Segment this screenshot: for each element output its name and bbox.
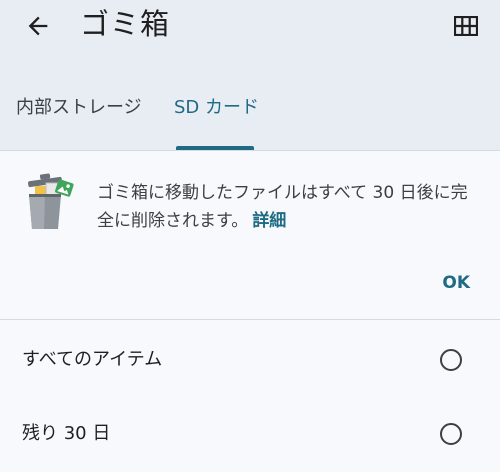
list-item-30-days-left[interactable]: 残り 30 日 — [0, 396, 500, 472]
list-item-label: 残り 30 日 — [22, 423, 111, 444]
trash-bin-icon — [28, 173, 74, 229]
list-item-all-items[interactable]: すべてのアイテム — [0, 320, 500, 396]
radio-button[interactable] — [440, 349, 462, 371]
tab-internal-storage[interactable]: 内部ストレージ — [16, 96, 142, 120]
list-item-label: すべてのアイテム — [22, 349, 163, 370]
details-link[interactable]: 詳細 — [252, 211, 286, 231]
ok-button[interactable]: OK — [442, 271, 470, 295]
grid-view-icon — [454, 16, 478, 36]
arrow-back-icon — [28, 16, 48, 36]
grid-view-button[interactable] — [450, 10, 482, 42]
info-banner: ゴミ箱に移動したファイルはすべて 30 日後に完全に削除されます。 詳細 OK — [0, 151, 500, 319]
back-button[interactable] — [20, 8, 56, 44]
page-title: ゴミ箱 — [80, 7, 171, 41]
storage-tabs: 内部ストレージ SD カード — [0, 80, 500, 150]
app-header: ゴミ箱 内部ストレージ SD カード — [0, 0, 500, 150]
tab-sd-card[interactable]: SD カード — [174, 96, 259, 120]
radio-button[interactable] — [440, 423, 462, 445]
banner-message: ゴミ箱に移動したファイルはすべて 30 日後に完全に削除されます。 詳細 — [97, 179, 482, 235]
